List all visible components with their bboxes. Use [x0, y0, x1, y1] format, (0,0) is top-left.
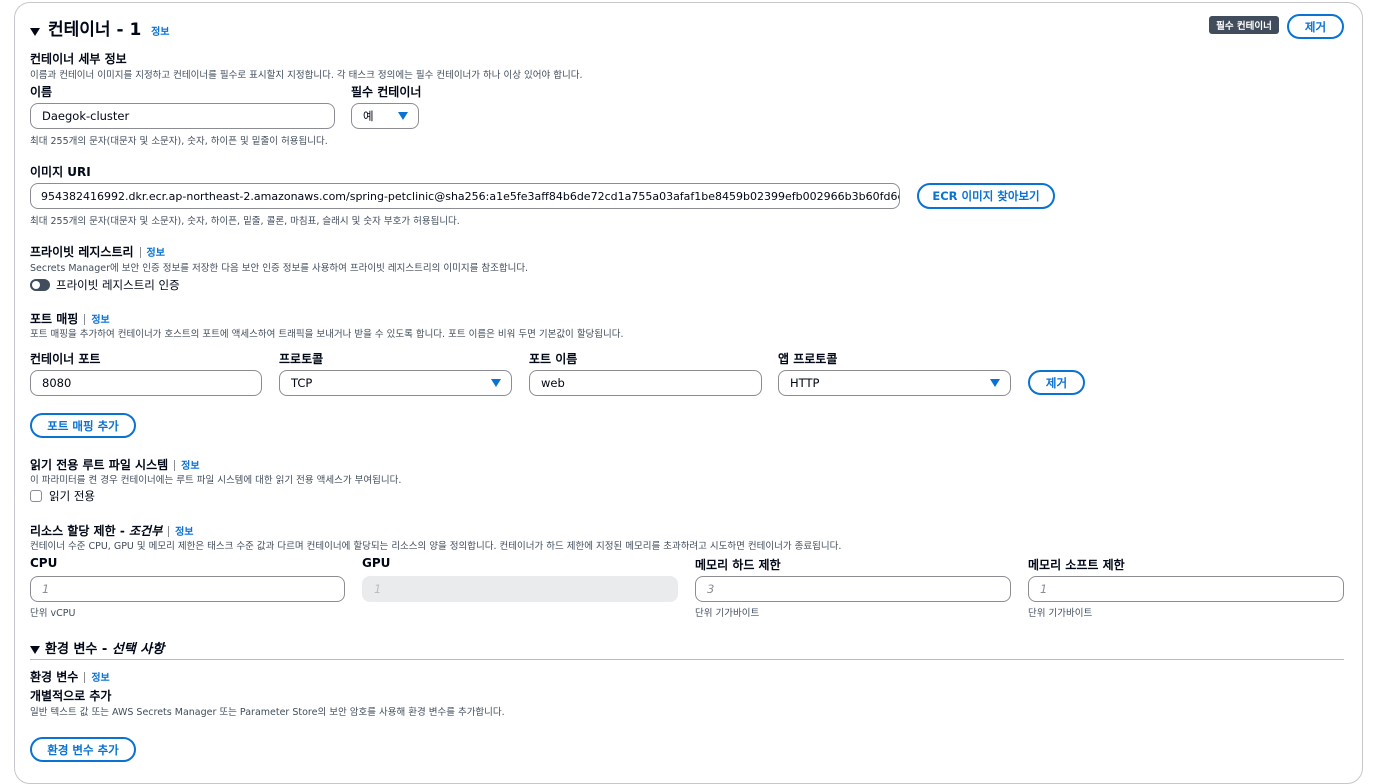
gpu-input: 1 — [362, 576, 678, 602]
divider — [174, 460, 176, 471]
env-label: 환경 변수 — [30, 670, 79, 684]
image-uri-label: 이미지 URI — [30, 165, 91, 179]
env-description: 일반 텍스트 값 또는 AWS Secrets Manager 또는 Param… — [30, 707, 505, 718]
env-section-title: 환경 변수 - — [45, 642, 112, 657]
remove-port-button[interactable]: 제거 — [1028, 370, 1085, 395]
app-protocol-select[interactable]: HTTP — [778, 370, 1011, 396]
registry-heading: 프라이빗 레지스트리 정보 — [30, 243, 165, 260]
readonly-heading: 읽기 전용 루트 파일 시스템 정보 — [30, 456, 200, 473]
add-port-mapping-button[interactable]: 포트 매핑 추가 — [30, 413, 136, 438]
details-title: 컨테이너 세부 정보 — [30, 52, 127, 66]
divider — [168, 526, 170, 537]
name-hint: 최대 255개의 문자(대문자 및 소문자), 숫자, 하이픈 및 밑줄이 허용… — [30, 136, 328, 147]
ports-description: 포트 매핑을 추가하여 컨테이너가 호스트의 포트에 액세스하여 트래픽을 보내… — [30, 329, 624, 340]
mem-soft-input[interactable]: 1 — [1028, 576, 1344, 602]
resources-title: 리소스 할당 제한 - — [30, 524, 129, 538]
essential-badge: 필수 컨테이너 — [1209, 16, 1279, 34]
info-link[interactable]: 정보 — [151, 27, 169, 38]
port-name-label: 포트 이름 — [529, 352, 578, 366]
readonly-title: 읽기 전용 루트 파일 시스템 — [30, 458, 169, 472]
divider — [84, 672, 86, 683]
section-divider — [30, 659, 1344, 660]
registry-toggle[interactable] — [30, 279, 50, 291]
add-env-var-button[interactable]: 환경 변수 추가 — [30, 737, 136, 762]
readonly-checkbox[interactable] — [30, 490, 42, 502]
info-link[interactable]: 정보 — [181, 461, 199, 472]
app-protocol-select-value: HTTP — [790, 376, 820, 390]
env-section-header[interactable]: 환경 변수 - 선택 사항 — [30, 638, 164, 657]
toggle-knob — [32, 281, 40, 289]
caret-down-icon[interactable] — [30, 645, 40, 654]
env-section-optional: 선택 사항 — [111, 642, 165, 657]
image-uri-input[interactable]: 954382416992.dkr.ecr.ap-northeast-2.amaz… — [30, 183, 900, 209]
env-subtitle: 개별적으로 추가 — [30, 689, 112, 703]
app-protocol-label: 앱 프로토콜 — [778, 352, 838, 366]
info-link[interactable]: 정보 — [147, 248, 165, 259]
env-heading: 환경 변수 정보 — [30, 668, 110, 685]
name-input[interactable]: Daegok-cluster — [30, 103, 335, 129]
image-uri-hint: 최대 255개의 문자(대문자 및 소문자), 숫자, 하이픈, 밑줄, 콜론,… — [30, 216, 460, 227]
registry-title: 프라이빗 레지스트리 — [30, 245, 134, 259]
mem-soft-hint: 단위 기가바이트 — [1028, 608, 1093, 619]
essential-select-value: 예 — [363, 109, 374, 123]
mem-hard-input[interactable]: 3 — [695, 576, 1011, 602]
protocol-select[interactable]: TCP — [279, 370, 512, 396]
container-header[interactable]: 컨테이너 - 1 정보 — [30, 15, 170, 40]
mem-hard-hint: 단위 기가바이트 — [695, 608, 760, 619]
cpu-input[interactable]: 1 — [30, 576, 345, 602]
gpu-label: GPU — [362, 556, 391, 570]
divider — [139, 247, 141, 258]
cpu-hint: 단위 vCPU — [30, 608, 76, 619]
ports-title: 포트 매핑 — [30, 312, 79, 326]
resources-heading: 리소스 할당 제한 - 조건부 정보 — [30, 522, 194, 539]
mem-soft-label: 메모리 소프트 제한 — [1028, 558, 1125, 572]
container-title: 컨테이너 - 1 — [48, 20, 142, 40]
readonly-description: 이 파라미터를 켠 경우 컨테이너에는 루트 파일 시스템에 대한 읽기 전용 … — [30, 475, 402, 486]
chevron-down-icon — [990, 379, 1000, 387]
resources-description: 컨테이너 수준 CPU, GPU 및 메모리 제한은 태스크 수준 값과 다르며… — [30, 541, 842, 552]
chevron-down-icon — [491, 379, 501, 387]
readonly-checkbox-label: 읽기 전용 — [49, 489, 95, 503]
container-port-input[interactable]: 8080 — [30, 370, 262, 396]
port-name-input[interactable]: web — [529, 370, 762, 396]
details-description: 이름과 컨테이너 이미지를 지정하고 컨테이너를 필수로 표시할지 지정합니다.… — [30, 70, 583, 81]
chevron-down-icon — [398, 112, 408, 120]
info-link[interactable]: 정보 — [91, 673, 109, 684]
info-link[interactable]: 정보 — [175, 527, 193, 538]
essential-label: 필수 컨테이너 — [351, 85, 422, 99]
divider — [84, 314, 86, 325]
browse-ecr-button[interactable]: ECR 이미지 찾아보기 — [917, 183, 1055, 209]
registry-toggle-label: 프라이빗 레지스트리 인증 — [56, 278, 180, 292]
cpu-label: CPU — [30, 556, 58, 570]
essential-select[interactable]: 예 — [351, 103, 419, 129]
protocol-label: 프로토콜 — [279, 352, 324, 366]
protocol-select-value: TCP — [291, 376, 313, 390]
ports-heading: 포트 매핑 정보 — [30, 310, 110, 327]
resources-optional: 조건부 — [128, 524, 163, 538]
mem-hard-label: 메모리 하드 제한 — [695, 558, 781, 572]
remove-container-button[interactable]: 제거 — [1287, 14, 1344, 39]
name-label: 이름 — [30, 85, 53, 99]
container-port-label: 컨테이너 포트 — [30, 352, 101, 366]
info-link[interactable]: 정보 — [91, 315, 109, 326]
caret-down-icon[interactable] — [30, 27, 40, 36]
registry-description: Secrets Manager에 보안 인증 정보를 저장한 다음 보안 인증 … — [30, 263, 529, 274]
